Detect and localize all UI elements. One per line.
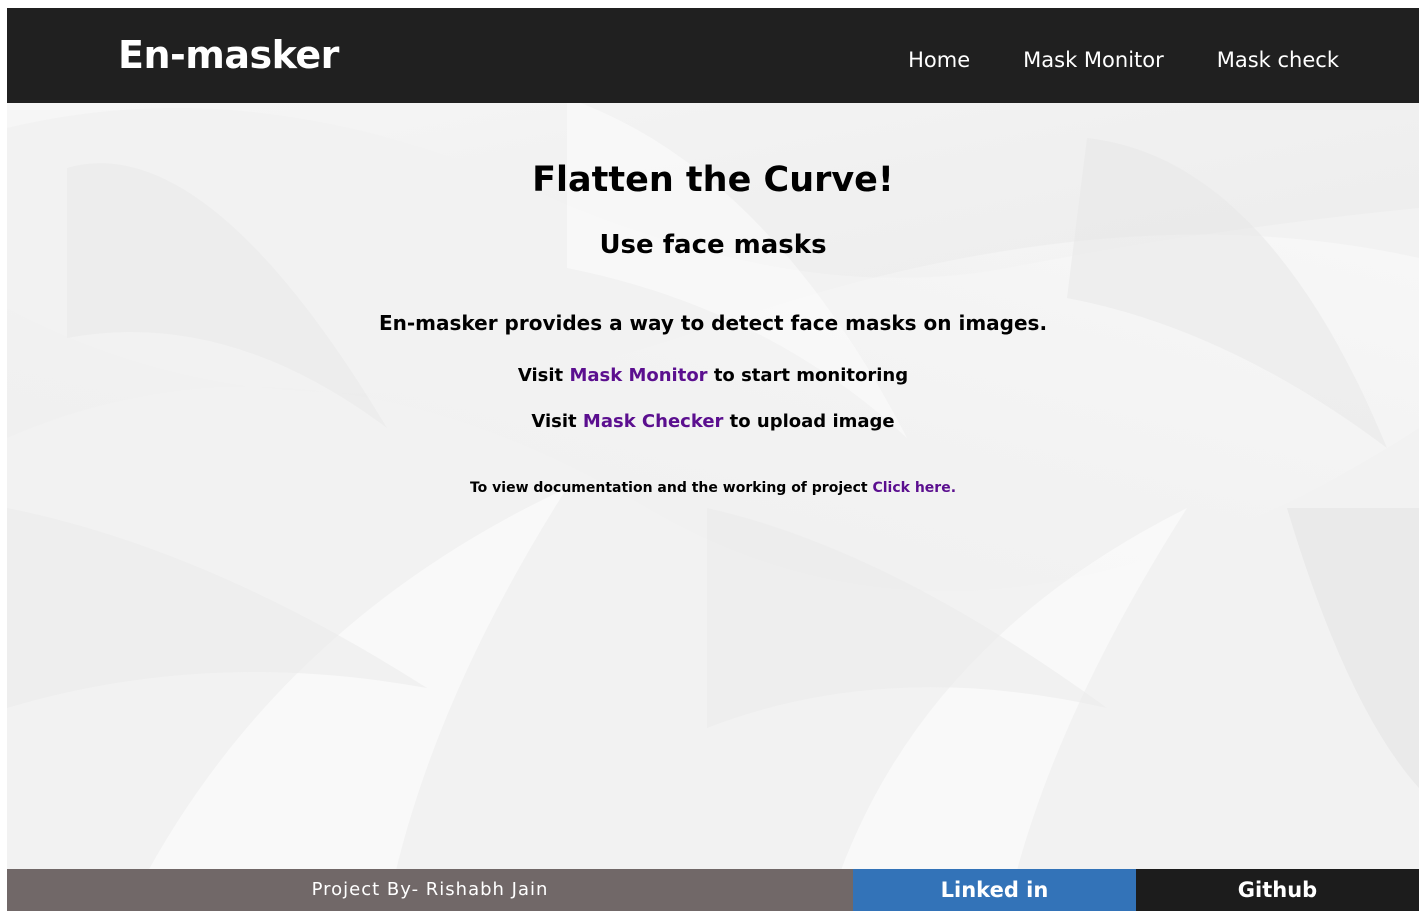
nav-link-mask-check[interactable]: Mask check xyxy=(1217,46,1339,74)
navbar: En-masker Home Mask Monitor Mask check xyxy=(7,8,1419,103)
visit-monitor-line: Visit Mask Monitor to start monitoring xyxy=(7,364,1419,388)
github-button[interactable]: Github xyxy=(1136,869,1419,911)
background-pattern xyxy=(7,8,1419,911)
footer-credit: Project By- Rishabh Jain xyxy=(7,869,853,911)
visit-checker-prefix: Visit xyxy=(531,411,583,432)
nav-links: Home Mask Monitor Mask check xyxy=(908,46,1339,74)
documentation-text: To view documentation and the working of… xyxy=(469,480,873,496)
documentation-line: To view documentation and the working of… xyxy=(7,479,1419,497)
visit-checker-line: Visit Mask Checker to upload image xyxy=(7,410,1419,434)
hero-title: Flatten the Curve! xyxy=(532,160,894,200)
page: En-masker Home Mask Monitor Mask check F… xyxy=(7,8,1419,911)
visit-checker-suffix: to upload image xyxy=(723,411,895,432)
nav-link-home[interactable]: Home xyxy=(908,46,970,74)
mask-monitor-link[interactable]: Mask Monitor xyxy=(569,365,707,386)
linkedin-button[interactable]: Linked in xyxy=(853,869,1136,911)
documentation-link[interactable]: Click here. xyxy=(872,480,956,496)
hero-subtitle: Use face masks xyxy=(599,230,827,260)
description-text: En-masker provides a way to detect face … xyxy=(378,311,1048,335)
footer: Project By- Rishabh Jain Linked in Githu… xyxy=(7,869,1419,911)
nav-link-mask-monitor[interactable]: Mask Monitor xyxy=(1023,46,1164,74)
visit-monitor-prefix: Visit xyxy=(517,365,570,386)
brand-logo[interactable]: En-masker xyxy=(118,32,339,78)
mask-checker-link[interactable]: Mask Checker xyxy=(583,411,723,432)
visit-monitor-suffix: to start monitoring xyxy=(707,365,909,386)
